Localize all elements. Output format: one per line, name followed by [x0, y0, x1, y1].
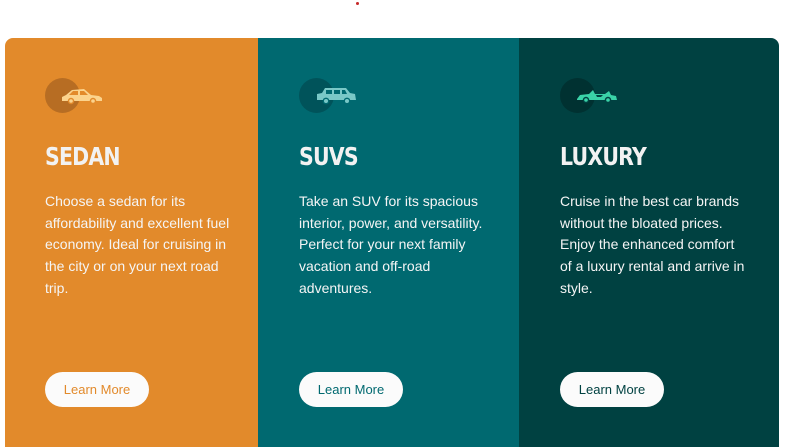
suv-car-icon-svg	[317, 88, 356, 105]
suv-car-icon	[299, 78, 363, 114]
card-description: Cruise in the best car brands without th…	[560, 193, 745, 296]
luxury-car-icon-svg	[577, 90, 617, 104]
sedan-car-icon-svg	[62, 89, 102, 105]
card-suvs: SUVS Take an SUV for its spacious interi…	[258, 38, 519, 447]
learn-more-button[interactable]: Learn More	[45, 372, 149, 407]
learn-more-button[interactable]: Learn More	[560, 372, 664, 407]
luxury-car-icon	[560, 78, 624, 114]
page: SEDAN Choose a sedan for its affordabili…	[0, 0, 792, 447]
card-description: Take an SUV for its spacious interior, p…	[299, 193, 483, 296]
decorative-dot	[356, 2, 359, 5]
card-description: Choose a sedan for its affordability and…	[45, 193, 230, 296]
card-luxury: LUXURY Cruise in the best car brands wit…	[519, 38, 779, 447]
card-title: SEDAN	[45, 142, 121, 171]
learn-more-button[interactable]: Learn More	[299, 372, 403, 407]
card-sedan: SEDAN Choose a sedan for its affordabili…	[5, 38, 258, 447]
sedan-car-icon	[45, 78, 109, 114]
card-title: SUVS	[299, 142, 359, 171]
car-category-cards: SEDAN Choose a sedan for its affordabili…	[5, 38, 779, 447]
card-title: LUXURY	[560, 142, 647, 171]
